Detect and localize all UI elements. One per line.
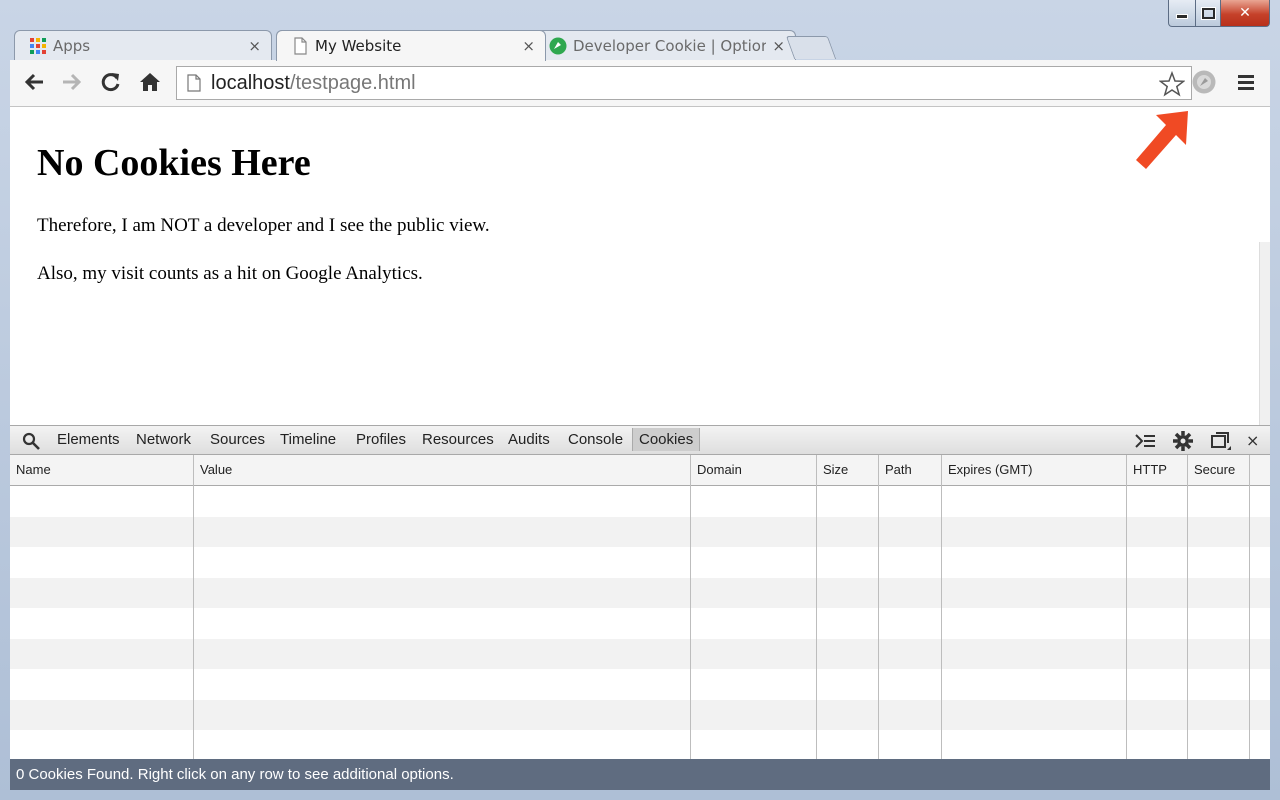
console-drawer-icon[interactable]: [1134, 432, 1156, 450]
cookie-table-header: Name Value Domain Size Path Expires (GMT…: [10, 455, 1270, 486]
close-icon: ✕: [1239, 5, 1251, 21]
column-divider: [1249, 455, 1250, 759]
hamburger-menu-icon: [1238, 75, 1254, 90]
web-page: No Cookies Here Therefore, I am NOT a de…: [10, 107, 1270, 532]
page-info-icon: [187, 74, 201, 92]
back-button[interactable]: [20, 68, 48, 96]
tab-title: Apps: [53, 36, 91, 55]
column-divider: [1187, 455, 1188, 759]
reload-icon: [101, 73, 120, 92]
tab-apps[interactable]: Apps ×: [14, 30, 272, 60]
maximize-icon: [1200, 6, 1216, 20]
table-row[interactable]: [10, 669, 1270, 700]
tab-title: My Website: [315, 37, 402, 55]
url-host: localhost: [211, 71, 290, 94]
search-icon[interactable]: [22, 432, 40, 450]
window-caption-buttons: ✕: [1168, 0, 1270, 27]
reload-button[interactable]: [97, 68, 125, 96]
column-header-secure[interactable]: Secure: [1194, 462, 1235, 477]
annotation-arrow-icon: [1136, 111, 1188, 169]
column-divider: [193, 455, 194, 759]
home-button[interactable]: [136, 68, 164, 96]
column-header-http[interactable]: HTTP: [1133, 462, 1167, 477]
table-row[interactable]: [10, 608, 1270, 639]
new-tab-button[interactable]: [785, 36, 837, 59]
tab-developer-cookie[interactable]: Developer Cookie | Optior ×: [534, 30, 796, 60]
column-divider: [878, 455, 879, 759]
minimize-icon: [1176, 13, 1188, 19]
devtools-tab-bar: Elements Network Sources Timeline Profil…: [10, 425, 1270, 455]
page-paragraph-2: Also, my visit counts as a hit on Google…: [37, 263, 423, 284]
forward-arrow-icon: [63, 73, 82, 91]
tab-elements[interactable]: Elements: [57, 431, 120, 448]
tab-title: Developer Cookie | Optior: [573, 36, 767, 55]
settings-gear-icon[interactable]: [1172, 430, 1194, 452]
tab-cookies[interactable]: Cookies: [632, 428, 701, 451]
tab-console[interactable]: Console: [568, 431, 623, 448]
devtools-panel: Elements Network Sources Timeline Profil…: [10, 425, 1270, 790]
column-header-path[interactable]: Path: [885, 462, 912, 477]
tab-network[interactable]: Network: [136, 431, 191, 448]
tab-close-icon[interactable]: ×: [248, 37, 261, 55]
cookie-table-body: [10, 486, 1270, 759]
tab-resources[interactable]: Resources: [422, 431, 494, 448]
column-header-domain[interactable]: Domain: [697, 462, 742, 477]
tab-audits[interactable]: Audits: [508, 431, 550, 448]
table-row[interactable]: [10, 516, 1270, 547]
url-text: localhost/testpage.html: [211, 72, 416, 95]
forward-button[interactable]: [58, 68, 86, 96]
status-text: 0 Cookies Found. Right click on any row …: [16, 766, 454, 783]
developer-cookie-extension-button[interactable]: [1190, 68, 1218, 96]
column-header-expires[interactable]: Expires (GMT): [948, 462, 1033, 477]
home-icon: [140, 73, 160, 91]
page-heading: No Cookies Here: [37, 142, 311, 184]
page-paragraph-1: Therefore, I am NOT a developer and I se…: [37, 215, 490, 236]
column-divider: [690, 455, 691, 759]
window-close-button[interactable]: ✕: [1221, 0, 1270, 27]
minimize-button[interactable]: [1168, 0, 1196, 27]
column-header-value[interactable]: Value: [200, 462, 232, 477]
url-path: /testpage.html: [289, 71, 416, 94]
browser-window: ✕ Apps × My Website × Developer Cookie |…: [0, 0, 1280, 800]
table-row[interactable]: [10, 577, 1270, 608]
table-row[interactable]: [10, 486, 1270, 517]
column-header-name[interactable]: Name: [16, 462, 51, 477]
tab-close-icon[interactable]: ×: [522, 37, 535, 55]
back-arrow-icon: [24, 73, 43, 91]
bookmark-star-icon[interactable]: [1159, 71, 1185, 97]
extension-icon: [549, 37, 567, 54]
table-row[interactable]: [10, 638, 1270, 669]
column-header-size[interactable]: Size: [823, 462, 848, 477]
page-icon: [294, 37, 307, 55]
address-bar[interactable]: localhost/testpage.html: [176, 66, 1192, 100]
browser-toolbar: localhost/testpage.html: [10, 60, 1270, 107]
menu-button[interactable]: [1232, 68, 1260, 96]
tab-sources[interactable]: Sources: [210, 431, 265, 448]
tab-profiles[interactable]: Profiles: [356, 431, 406, 448]
column-divider: [941, 455, 942, 759]
extension-gray-icon: [1192, 70, 1216, 94]
table-row[interactable]: [10, 730, 1270, 761]
dock-side-icon[interactable]: [1210, 432, 1232, 452]
tab-close-icon[interactable]: ×: [772, 37, 785, 55]
tab-my-website[interactable]: My Website ×: [276, 30, 546, 61]
window-bottom-border: [0, 790, 1280, 800]
maximize-button[interactable]: [1196, 0, 1221, 27]
devtools-close-icon[interactable]: ×: [1246, 431, 1259, 450]
status-bar: 0 Cookies Found. Right click on any row …: [10, 759, 1270, 790]
column-divider: [1126, 455, 1127, 759]
column-divider: [816, 455, 817, 759]
table-row[interactable]: [10, 699, 1270, 730]
apps-grid-icon: [30, 37, 46, 54]
table-row[interactable]: [10, 547, 1270, 578]
tab-timeline[interactable]: Timeline: [280, 431, 336, 448]
